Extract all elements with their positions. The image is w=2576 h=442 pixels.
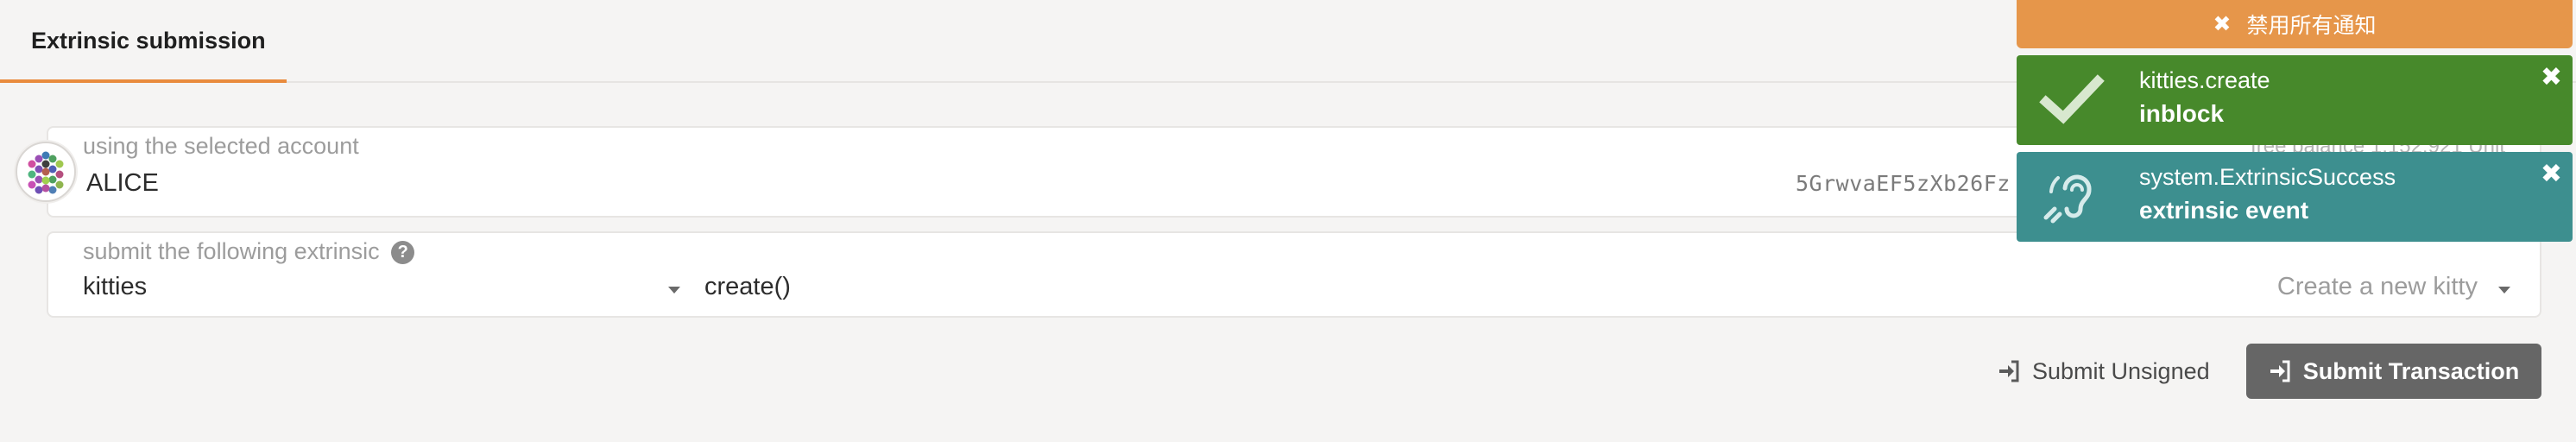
- close-icon[interactable]: ✖: [2541, 62, 2562, 92]
- hearing-icon: [2043, 174, 2092, 224]
- method-value: create(): [704, 273, 791, 300]
- extrinsic-card: submit the following extrinsic ? kitties…: [47, 231, 2541, 318]
- module-value: kitties: [83, 273, 148, 300]
- sign-in-icon: [2270, 360, 2290, 382]
- sign-in-icon: [1999, 360, 2019, 382]
- notification-toast: kitties.create inblock ✖: [2017, 55, 2573, 145]
- submit-unsigned-label: Submit Unsigned: [2032, 357, 2210, 384]
- dismiss-all-notifications-button[interactable]: ✖ 禁用所有通知: [2017, 0, 2573, 48]
- module-caret-icon: [668, 287, 680, 294]
- submit-transaction-label: Submit Transaction: [2302, 357, 2520, 384]
- module-select[interactable]: kitties: [83, 273, 680, 307]
- method-caret-icon: [2498, 287, 2510, 294]
- account-address: 5GrwvaEF5zXb26Fz: [1796, 171, 2011, 196]
- method-select[interactable]: create() Create a new kitty: [704, 273, 2526, 307]
- account-avatar-icon: [16, 142, 76, 202]
- dismiss-all-label: 禁用所有通知: [2246, 14, 2377, 38]
- notification-title: system.ExtrinsicSuccess: [2139, 164, 2396, 190]
- notification-status: inblock: [2139, 100, 2225, 127]
- check-icon: [2039, 74, 2105, 124]
- tab-label: Extrinsic submission: [31, 28, 266, 54]
- account-label: using the selected account: [83, 133, 359, 159]
- notification-toast: system.ExtrinsicSuccess extrinsic event …: [2017, 152, 2573, 242]
- notification-status: extrinsic event: [2139, 197, 2309, 224]
- account-name: ALICE: [86, 169, 159, 197]
- help-icon[interactable]: ?: [391, 241, 415, 264]
- close-icon: ✖: [2213, 12, 2232, 36]
- notification-title: kitties.create: [2139, 67, 2270, 93]
- method-description: Create a new kitty: [2276, 273, 2478, 300]
- close-icon[interactable]: ✖: [2541, 159, 2562, 189]
- submit-transaction-button[interactable]: Submit Transaction: [2246, 344, 2541, 399]
- extrinsic-label-wrap: submit the following extrinsic ?: [83, 238, 415, 265]
- extrinsic-label: submit the following extrinsic: [83, 238, 380, 264]
- submit-unsigned-button[interactable]: Submit Unsigned: [1977, 344, 2210, 399]
- tab-extrinsic-submission[interactable]: Extrinsic submission: [0, 0, 287, 83]
